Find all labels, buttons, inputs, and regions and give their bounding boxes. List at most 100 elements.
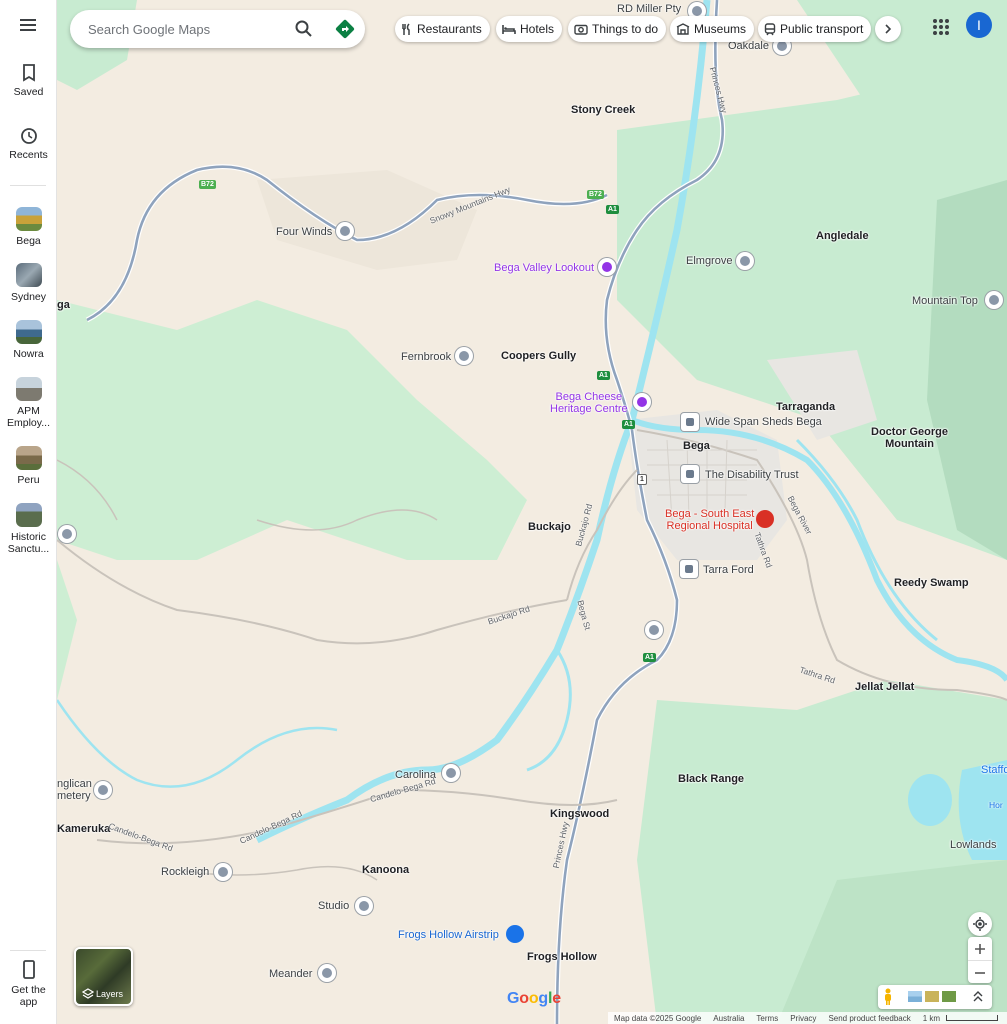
school-pin-icon[interactable] xyxy=(645,621,663,639)
place-label[interactable]: Bega xyxy=(683,440,710,452)
poi-pin-icon[interactable] xyxy=(985,291,1003,309)
chips-scroll-button[interactable] xyxy=(875,16,901,42)
place-label[interactable]: Coopers Gully xyxy=(501,350,576,362)
history-item-historic[interactable]: Historic Sanctu... xyxy=(0,503,57,555)
account-avatar[interactable]: I xyxy=(966,12,992,38)
imagery-thumb[interactable] xyxy=(908,991,922,1002)
poi-pin-icon[interactable] xyxy=(58,525,76,543)
place-label[interactable]: Tarraganda xyxy=(776,401,835,413)
imagery-thumb[interactable] xyxy=(942,991,956,1002)
place-label[interactable]: Four Winds xyxy=(276,226,332,238)
layers-button[interactable]: Layers xyxy=(74,947,133,1006)
hospital-pin-icon[interactable] xyxy=(756,510,774,528)
feedback-link[interactable]: Send product feedback xyxy=(828,1014,910,1023)
place-label[interactable]: Kameruka xyxy=(57,823,110,835)
apm-thumbnail xyxy=(15,377,42,401)
place-label[interactable]: Kanoona xyxy=(362,864,409,876)
place-label[interactable]: RD Miller Pty xyxy=(617,3,681,15)
cemetery-pin-icon[interactable] xyxy=(94,781,112,799)
chip-public-transport[interactable]: Public transport xyxy=(758,16,872,42)
place-label[interactable]: Elmgrove xyxy=(686,255,732,267)
road-shield: A1 xyxy=(606,205,619,214)
search-box[interactable] xyxy=(70,10,365,48)
map-canvas[interactable]: RD Miller Pty Oakdale Stony Creek Four W… xyxy=(57,0,1007,1024)
place-label[interactable]: Doctor George Mountain xyxy=(871,426,948,450)
search-input[interactable] xyxy=(88,19,288,39)
history-item-apm[interactable]: APM Employ... xyxy=(0,377,57,429)
place-label[interactable]: Bega Valley Lookout xyxy=(494,262,594,274)
history-item-peru[interactable]: Peru xyxy=(0,446,57,486)
my-location-button[interactable] xyxy=(968,912,992,936)
business-pin-icon[interactable] xyxy=(681,413,699,431)
pegman-icon[interactable] xyxy=(882,988,894,1006)
poi-pin-icon[interactable] xyxy=(355,897,373,915)
place-label[interactable]: Fernbrook xyxy=(401,351,451,363)
minus-icon xyxy=(975,971,985,974)
place-label[interactable]: Tarra Ford xyxy=(703,564,754,576)
zoom-in-button[interactable] xyxy=(968,937,992,960)
museum-pin-icon[interactable] xyxy=(633,393,651,411)
place-label[interactable]: Frogs Hollow xyxy=(527,951,597,963)
place-label[interactable]: Staffo xyxy=(981,764,1007,776)
place-label[interactable]: ga xyxy=(57,299,70,311)
history-item-sydney[interactable]: Sydney xyxy=(0,263,57,303)
terms-link[interactable]: Terms xyxy=(756,1014,778,1023)
history-label: Sydney xyxy=(10,291,47,303)
place-label[interactable]: The Disability Trust xyxy=(705,469,799,481)
zoom-out-button[interactable] xyxy=(968,961,992,984)
place-label[interactable]: Stony Creek xyxy=(571,104,635,116)
scale-line xyxy=(946,1014,999,1021)
history-label: Nowra xyxy=(13,348,44,360)
place-label[interactable]: Black Range xyxy=(678,773,744,785)
recents-button[interactable]: Recents xyxy=(0,127,57,161)
place-label[interactable]: Kingswood xyxy=(550,808,609,820)
place-label[interactable]: Reedy Swamp xyxy=(894,577,969,589)
scale-bar[interactable]: 1 km xyxy=(923,1014,1004,1023)
place-label[interactable]: Rockleigh xyxy=(161,866,209,878)
place-label[interactable]: Bega Cheese Heritage Centre xyxy=(550,391,628,415)
place-label[interactable]: Frogs Hollow Airstrip xyxy=(398,929,499,941)
place-label[interactable]: Wide Span Sheds Bega xyxy=(705,416,822,428)
get-app-button[interactable]: Get the app xyxy=(0,960,57,1008)
expand-up-icon[interactable] xyxy=(973,991,983,1002)
privacy-link[interactable]: Privacy xyxy=(790,1014,816,1023)
place-label[interactable]: Meander xyxy=(269,968,312,980)
directions-icon[interactable] xyxy=(334,18,356,40)
menu-button[interactable] xyxy=(0,18,57,36)
business-pin-icon[interactable] xyxy=(680,560,698,578)
place-label[interactable]: Jellat Jellat xyxy=(855,681,914,693)
poi-pin-icon[interactable] xyxy=(336,222,354,240)
place-label[interactable]: Angledale xyxy=(816,230,869,242)
road-shield: 1 xyxy=(637,474,647,485)
business-pin-icon[interactable] xyxy=(681,465,699,483)
poi-pin-icon[interactable] xyxy=(455,347,473,365)
lookout-pin-icon[interactable] xyxy=(598,258,616,276)
saved-button[interactable]: Saved xyxy=(0,64,57,98)
bookmark-icon xyxy=(22,64,35,82)
chip-things-to-do[interactable]: Things to do xyxy=(568,16,667,42)
history-item-nowra[interactable]: Nowra xyxy=(0,320,57,360)
place-label[interactable]: Lowlands xyxy=(950,839,996,851)
my-location-icon xyxy=(973,917,987,931)
rail-divider xyxy=(10,185,46,186)
chip-restaurants[interactable]: Restaurants xyxy=(395,16,490,42)
country-link[interactable]: Australia xyxy=(713,1014,744,1023)
history-item-bega[interactable]: Bega xyxy=(0,207,57,247)
search-icon[interactable] xyxy=(294,19,314,39)
chip-museums[interactable]: Museums xyxy=(670,16,755,42)
place-label[interactable]: Studio xyxy=(318,900,349,912)
place-label[interactable]: Buckajo xyxy=(528,521,571,533)
poi-pin-icon[interactable] xyxy=(214,863,232,881)
road-label: Hor xyxy=(989,800,1003,810)
imagery-thumb[interactable] xyxy=(925,991,939,1002)
road-shield: A1 xyxy=(643,653,656,662)
airport-pin-icon[interactable] xyxy=(506,925,524,943)
place-label[interactable]: Bega - South East Regional Hospital xyxy=(665,508,754,532)
chip-hotels[interactable]: Hotels xyxy=(496,16,563,42)
poi-pin-icon[interactable] xyxy=(442,764,460,782)
place-label[interactable]: nglican metery xyxy=(57,778,92,802)
place-label[interactable]: Mountain Top xyxy=(912,295,978,307)
poi-pin-icon[interactable] xyxy=(736,252,754,270)
poi-pin-icon[interactable] xyxy=(318,964,336,982)
apps-grid-icon[interactable] xyxy=(928,14,954,40)
